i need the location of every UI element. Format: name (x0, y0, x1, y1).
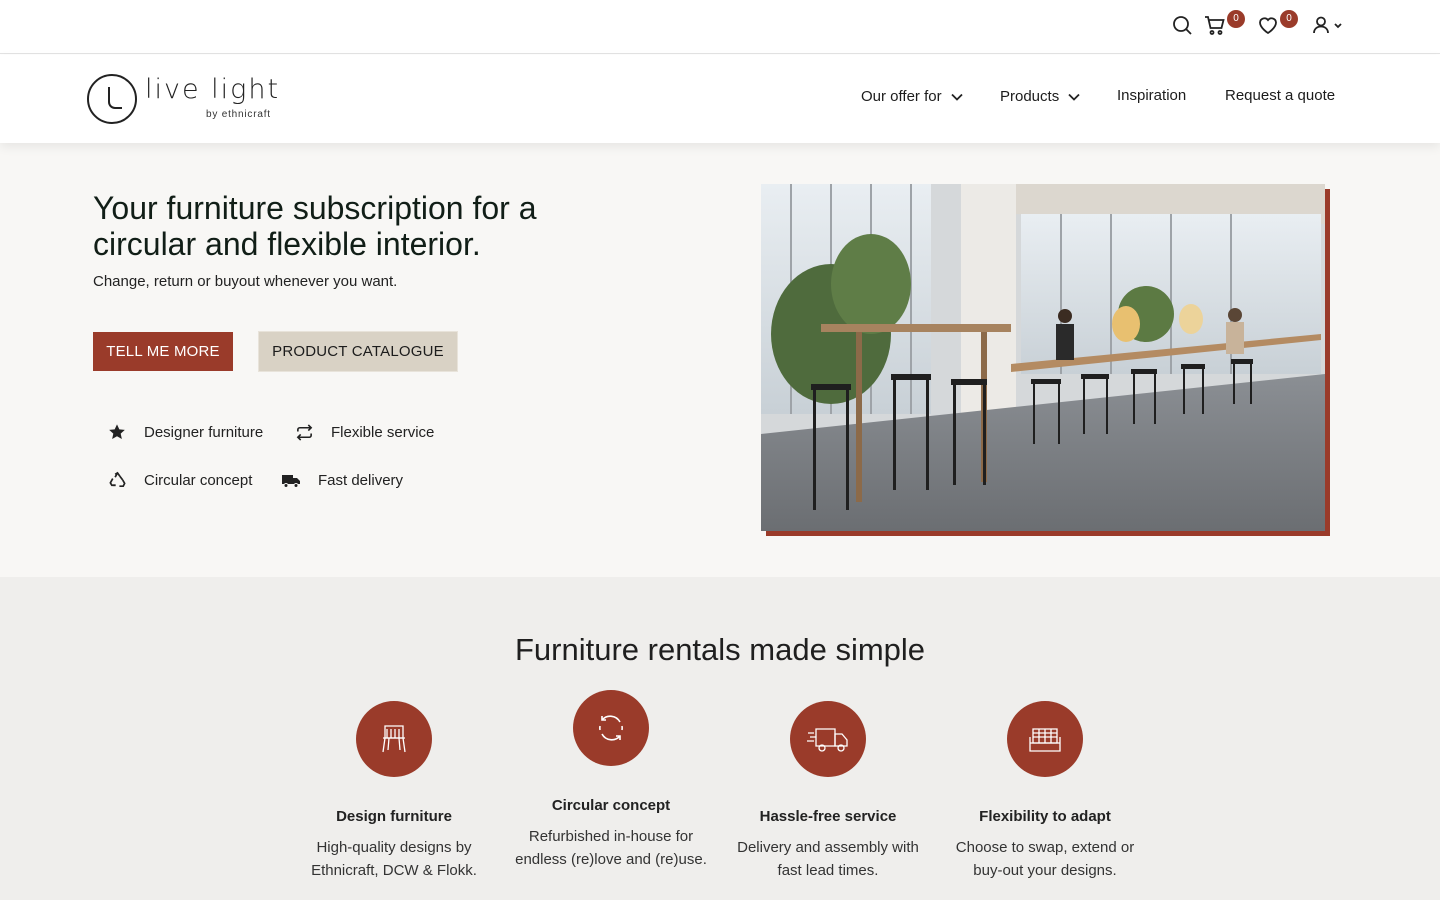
card-title: Circular concept (551, 797, 671, 814)
card-text: High-quality designs by Ethnicraft, DCW … (311, 839, 477, 879)
star-icon (107, 422, 127, 442)
cart-button[interactable]: 0 (1204, 10, 1245, 36)
card-text: Delivery and assembly with fast lead tim… (737, 839, 919, 879)
nav-request-a-quote[interactable]: Request a quote (1225, 87, 1335, 104)
truck-icon (790, 701, 866, 777)
nav-label: Request a quote (1225, 87, 1336, 104)
account-menu[interactable] (1311, 14, 1345, 36)
logo-wordmark: live light (145, 74, 281, 105)
search-icon[interactable] (1171, 14, 1193, 36)
card-hassle-free-service: Hassle-free service Delivery and assembl… (723, 701, 933, 882)
chevron-down-icon (1334, 23, 1342, 29)
feature-label: Fast delivery (318, 471, 404, 489)
feature-flexible-service: Flexible service (294, 422, 434, 442)
rentals-section: Furniture rentals made simple Design fur… (0, 577, 1440, 900)
product-catalogue-button[interactable]: PRODUCT CATALOGUE (259, 332, 457, 371)
tell-me-more-button[interactable]: TELL ME MORE (93, 332, 233, 371)
chair-icon (356, 701, 432, 777)
section-title: Furniture rentals made simple (514, 632, 926, 667)
card-text: Refurbished in-house for endless (re)lov… (515, 828, 707, 868)
wishlist-count-badge: 0 (1280, 10, 1298, 28)
feature-label: Flexible service (331, 423, 435, 441)
logo-mark (87, 74, 137, 124)
logo-tagline: by ethnicraft (206, 109, 271, 120)
card-title: Flexibility to adapt (979, 808, 1111, 825)
feature-label: Designer furniture (144, 423, 264, 441)
hero-subtitle: Change, return or buyout whenever you wa… (93, 273, 398, 290)
utility-bar: 0 0 (0, 0, 1440, 54)
nav-our-offer-for[interactable]: Our offer for (861, 88, 963, 105)
hero-title: Your furniture subscription for a circul… (93, 190, 537, 262)
card-circular-concept: Circular concept Refurbished in-house fo… (506, 690, 716, 871)
circular-arrows-icon (573, 690, 649, 766)
hero-section: Your furniture subscription for a circul… (0, 143, 1440, 577)
main-header: live light by ethnicraft Our offer for P… (0, 55, 1440, 143)
card-text: Choose to swap, extend or buy-out your d… (955, 839, 1135, 879)
nav-inspiration[interactable]: Inspiration (1117, 87, 1186, 104)
feature-label: Circular concept (144, 471, 253, 489)
truck-icon (281, 470, 301, 490)
nav-label: Products (1000, 88, 1060, 105)
nav-label: Inspiration (1117, 87, 1187, 104)
recycle-icon (107, 470, 127, 490)
chevron-down-icon (950, 93, 963, 101)
nav-products[interactable]: Products (1000, 88, 1080, 105)
feature-designer-furniture: Designer furniture (107, 422, 263, 442)
card-title: Design furniture (336, 808, 452, 825)
heart-icon (1259, 17, 1277, 35)
wishlist-button[interactable]: 0 (1257, 10, 1298, 36)
feature-fast-delivery: Fast delivery (281, 470, 403, 490)
user-icon (1316, 16, 1326, 27)
card-flexibility-to-adapt: Flexibility to adapt Choose to swap, ext… (940, 701, 1150, 882)
logo[interactable]: live light by ethnicraft (87, 74, 281, 126)
cart-icon (1205, 16, 1225, 35)
nav-label: Our offer for (861, 88, 942, 105)
repeat-icon (294, 422, 314, 442)
card-title: Hassle-free service (759, 808, 897, 825)
hero-office-photo (761, 184, 1325, 531)
feature-circular-concept: Circular concept (107, 470, 252, 490)
chevron-down-icon (1068, 93, 1080, 101)
card-design-furniture: Design furniture High-quality designs by… (289, 701, 499, 882)
sofa-icon (1007, 701, 1083, 777)
cart-count-badge: 0 (1227, 10, 1245, 28)
